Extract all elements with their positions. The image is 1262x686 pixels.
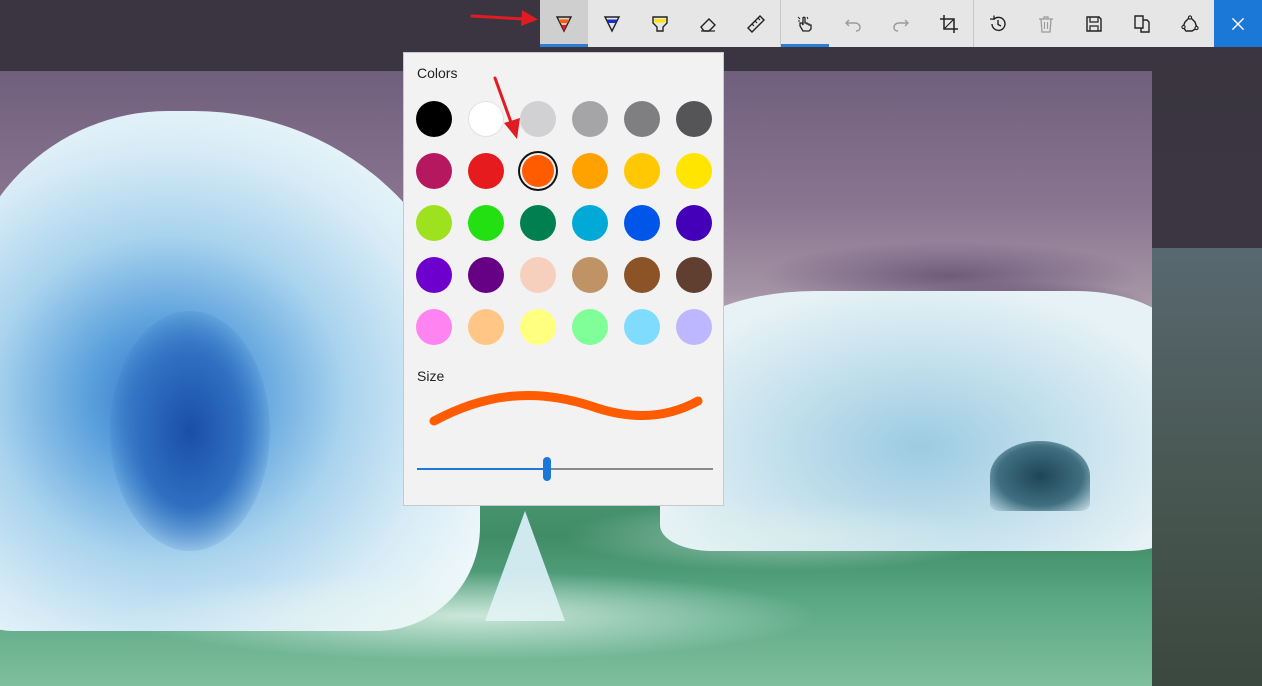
iceberg-cave (990, 441, 1090, 511)
color-swatch[interactable] (676, 153, 712, 189)
background-photo-edge (1152, 248, 1262, 686)
copy-icon (1134, 14, 1150, 33)
color-swatch[interactable] (572, 153, 608, 189)
color-swatch[interactable] (572, 101, 608, 137)
eraser-icon (700, 17, 716, 32)
share-icon (1181, 14, 1199, 32)
color-swatch[interactable] (676, 101, 712, 137)
size-slider-thumb[interactable] (543, 457, 552, 481)
ruler-icon (747, 14, 765, 33)
size-slider-fill (417, 468, 548, 470)
color-swatch[interactable] (520, 309, 556, 345)
undo-icon (845, 19, 861, 32)
color-swatch[interactable] (572, 309, 608, 345)
color-swatch[interactable] (468, 153, 504, 189)
color-swatch[interactable] (416, 153, 452, 189)
color-swatch[interactable] (416, 205, 452, 241)
color-swatch[interactable] (676, 309, 712, 345)
close-button[interactable] (1214, 0, 1262, 47)
crop-icon (940, 14, 958, 33)
color-swatch[interactable] (624, 101, 660, 137)
touch-writing-button[interactable] (781, 0, 829, 47)
crop-button[interactable] (925, 0, 973, 47)
touch-writing-on-indicator (781, 44, 829, 47)
ink-toolbar (540, 0, 1262, 47)
redo-icon (893, 19, 909, 32)
ballpoint-pen-button[interactable] (540, 0, 588, 47)
close-icon (1231, 17, 1245, 30)
sea-foam (560, 501, 1010, 571)
pencil-icon (603, 15, 621, 33)
undo-button[interactable] (829, 0, 877, 47)
annotation-arrow-icon (493, 76, 520, 139)
size-slider[interactable] (417, 455, 713, 483)
highlighter-icon (652, 15, 668, 32)
color-swatch[interactable] (416, 257, 452, 293)
color-swatch[interactable] (572, 257, 608, 293)
color-swatch[interactable] (468, 309, 504, 345)
pen-icon (555, 15, 573, 33)
touch-writing-icon (797, 16, 812, 32)
color-swatch[interactable] (468, 257, 504, 293)
highlighter-button[interactable] (636, 0, 684, 47)
color-swatch[interactable] (416, 309, 452, 345)
redo-button[interactable] (877, 0, 925, 47)
iceberg-cave (110, 311, 270, 551)
color-swatch[interactable] (676, 205, 712, 241)
replay-button[interactable] (974, 0, 1022, 47)
color-swatch[interactable] (572, 205, 608, 241)
pencil-button[interactable] (588, 0, 636, 47)
annotation-arrow-icon (470, 10, 538, 26)
active-tool-indicator (540, 44, 588, 47)
color-swatch[interactable] (624, 153, 660, 189)
share-button[interactable] (1166, 0, 1214, 47)
copy-button[interactable] (1118, 0, 1166, 47)
save-button[interactable] (1070, 0, 1118, 47)
pen-settings-flyout: Colors Size (403, 52, 724, 506)
color-swatch[interactable] (624, 309, 660, 345)
ruler-button[interactable] (732, 0, 780, 47)
history-icon (989, 15, 1006, 31)
trash-icon (1039, 15, 1053, 33)
delete-button[interactable] (1022, 0, 1070, 47)
color-swatch[interactable] (624, 257, 660, 293)
color-swatch[interactable] (624, 205, 660, 241)
size-heading: Size (417, 368, 445, 384)
save-icon (1086, 15, 1102, 32)
color-swatch[interactable] (520, 205, 556, 241)
stroke-preview (429, 390, 703, 426)
color-swatch[interactable] (416, 101, 452, 137)
color-swatch[interactable] (520, 257, 556, 293)
color-swatch[interactable] (468, 205, 504, 241)
eraser-button[interactable] (684, 0, 732, 47)
color-swatch[interactable] (522, 155, 554, 187)
sea-foam (120, 571, 820, 661)
color-swatch[interactable] (676, 257, 712, 293)
colors-heading: Colors (417, 65, 458, 81)
